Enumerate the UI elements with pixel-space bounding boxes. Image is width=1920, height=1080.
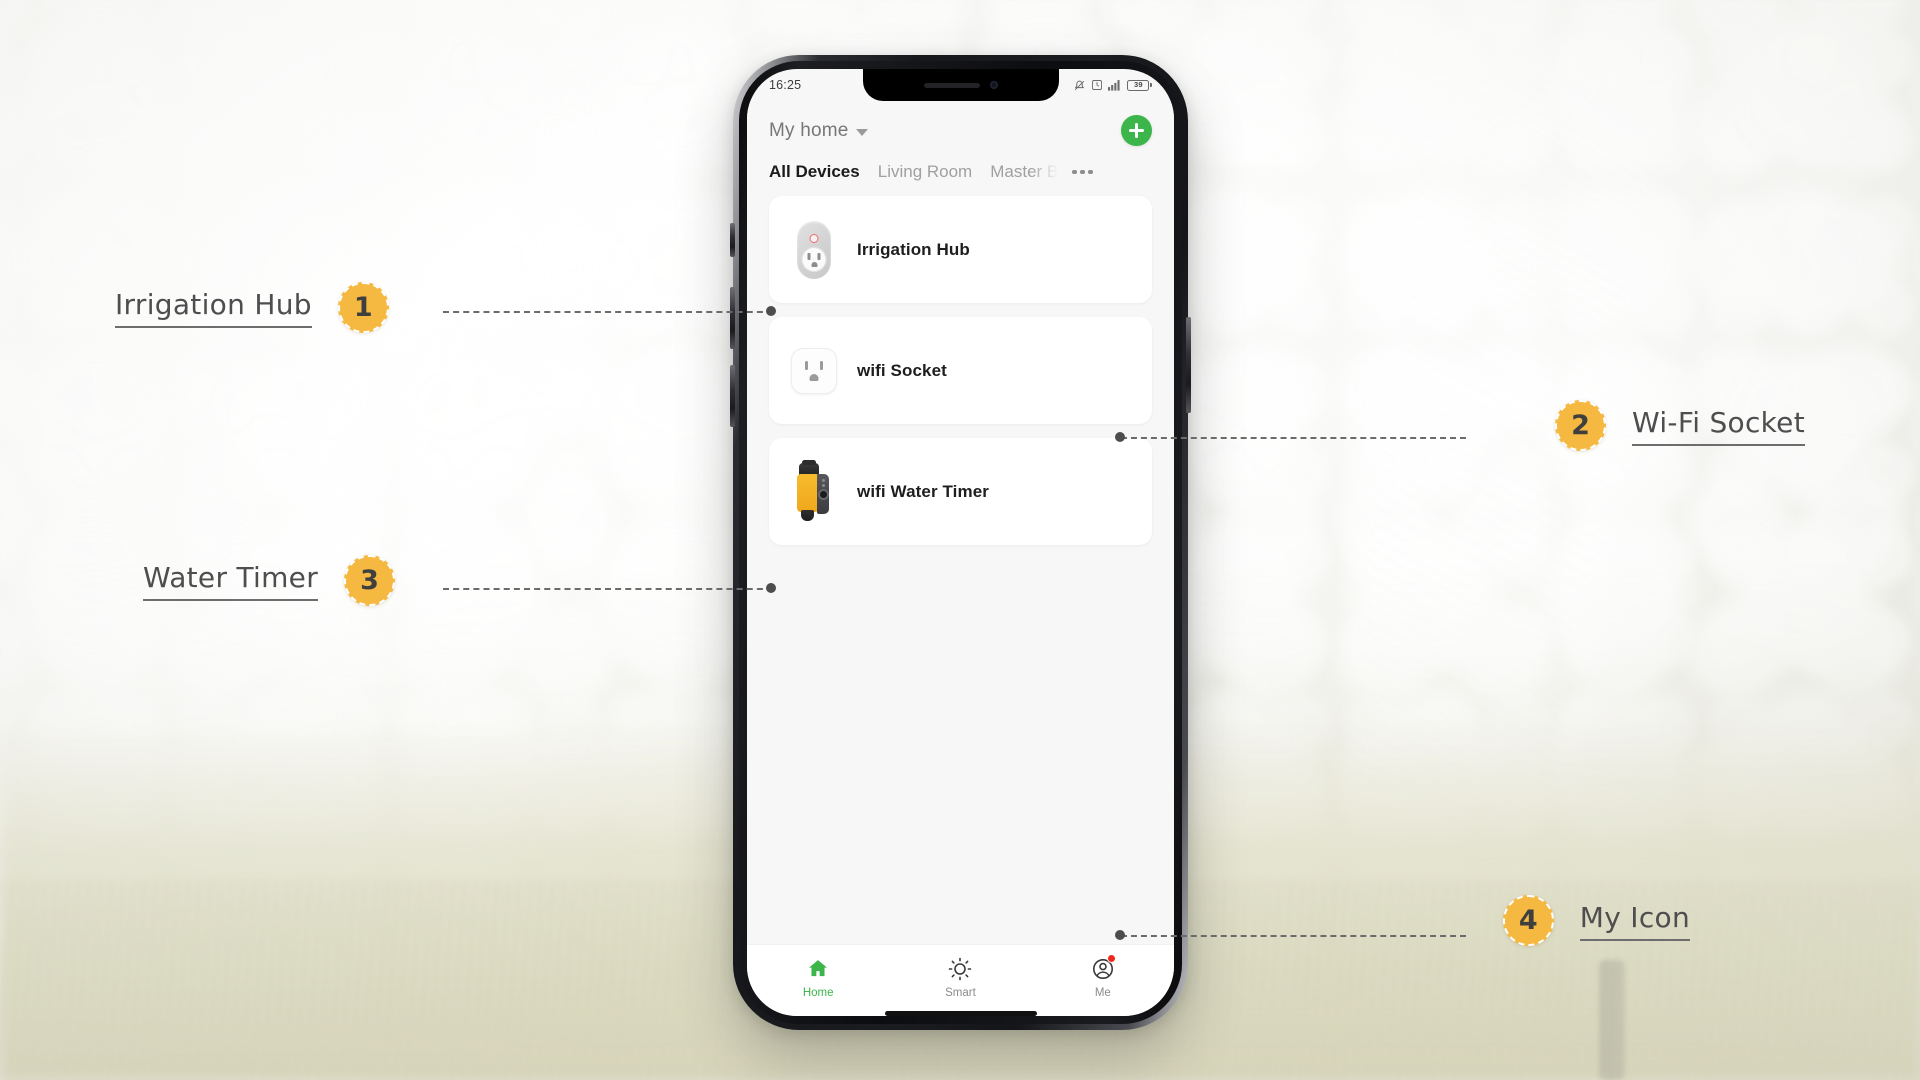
battery-percent: 39 — [1134, 80, 1143, 90]
callout-leader-line-4 — [1121, 935, 1466, 937]
callout-3: Water Timer 3 — [143, 555, 396, 606]
device-name: Irrigation Hub — [857, 239, 970, 259]
sun-icon — [948, 956, 973, 981]
callout-anchor-dot-2 — [1115, 432, 1125, 442]
callout-2: Wi-Fi Socket 2 — [1554, 400, 1805, 451]
phone-volume-down-button[interactable] — [730, 365, 735, 427]
device-name: wifi Socket — [857, 360, 947, 380]
device-name: wifi Water Timer — [857, 481, 989, 501]
callout-number-badge: 4 — [1502, 895, 1554, 946]
callout-4: My Icon 4 — [1502, 895, 1690, 946]
callout-leader-line-1 — [443, 311, 773, 313]
callout-label: My Icon — [1579, 901, 1690, 941]
notification-badge — [1107, 954, 1117, 963]
house-icon — [806, 956, 831, 981]
callout-anchor-dot-1 — [766, 306, 776, 316]
phone-screen: 16:25 39 My home All Devices Living Room… — [747, 69, 1174, 1016]
callout-anchor-dot-3 — [766, 583, 776, 593]
alarm-icon — [1092, 80, 1103, 90]
callout-label: Water Timer — [143, 561, 319, 601]
nav-item-me[interactable]: Me — [1032, 954, 1173, 999]
nav-item-smart[interactable]: Smart — [890, 956, 1031, 999]
nav-item-home[interactable]: Home — [748, 956, 889, 999]
callout-leader-line-2 — [1121, 437, 1466, 439]
room-tabs: All Devices Living Room Master B — [747, 150, 1174, 192]
bottom-navigation: Home Smart Me — [747, 944, 1174, 1005]
silent-icon — [1075, 80, 1085, 90]
nav-label: Me — [1094, 987, 1111, 999]
phone-volume-up-button[interactable] — [730, 287, 735, 349]
battery-icon: 39 — [1127, 79, 1152, 91]
callout-number-badge: 3 — [344, 555, 396, 606]
plus-icon — [1121, 115, 1152, 146]
callout-leader-line-3 — [443, 588, 773, 590]
callout-anchor-dot-4 — [1115, 930, 1125, 940]
wifi-socket-icon — [789, 342, 839, 400]
person-circle-icon — [1090, 954, 1117, 981]
callout-label: Wi-Fi Socket — [1631, 406, 1805, 446]
tab-living-room[interactable]: Living Room — [878, 162, 973, 182]
device-card-wifi-socket[interactable]: wifi Socket — [769, 317, 1152, 424]
callout-number-badge: 2 — [1554, 400, 1606, 451]
tab-all-devices[interactable]: All Devices — [769, 162, 860, 182]
phone-mockup: 16:25 39 My home All Devices Living Room… — [730, 55, 1191, 1030]
status-bar: 16:25 39 — [747, 69, 1174, 101]
nav-label: Home — [802, 987, 834, 999]
nav-label: Smart — [945, 987, 976, 999]
home-name-label: My home — [769, 119, 849, 141]
device-card-wifi-water-timer[interactable]: wifi Water Timer — [769, 438, 1152, 545]
home-selector[interactable]: My home — [769, 120, 868, 142]
phone-mute-switch[interactable] — [730, 223, 735, 257]
status-time: 16:25 — [769, 78, 802, 92]
signal-icon — [1108, 80, 1120, 91]
tab-master-bedroom[interactable]: Master B — [990, 162, 1058, 182]
app-header: My home — [747, 101, 1174, 150]
home-indicator — [884, 1011, 1037, 1016]
status-icons: 39 — [1073, 79, 1152, 92]
ellipsis-icon[interactable] — [1072, 169, 1093, 175]
callout-label: Irrigation Hub — [115, 288, 312, 328]
chevron-down-icon — [855, 128, 868, 136]
add-device-button[interactable] — [1121, 115, 1152, 146]
device-card-irrigation-hub[interactable]: Irrigation Hub — [769, 196, 1152, 303]
water-timer-icon — [789, 459, 839, 521]
smart-plug-hub-icon — [789, 220, 839, 279]
callout-1: Irrigation Hub 1 — [115, 282, 389, 333]
callout-number-badge: 1 — [337, 282, 389, 333]
device-list: Irrigation Hub wifi Socket wifi Water Ti… — [747, 192, 1174, 944]
phone-power-button[interactable] — [1186, 317, 1191, 413]
